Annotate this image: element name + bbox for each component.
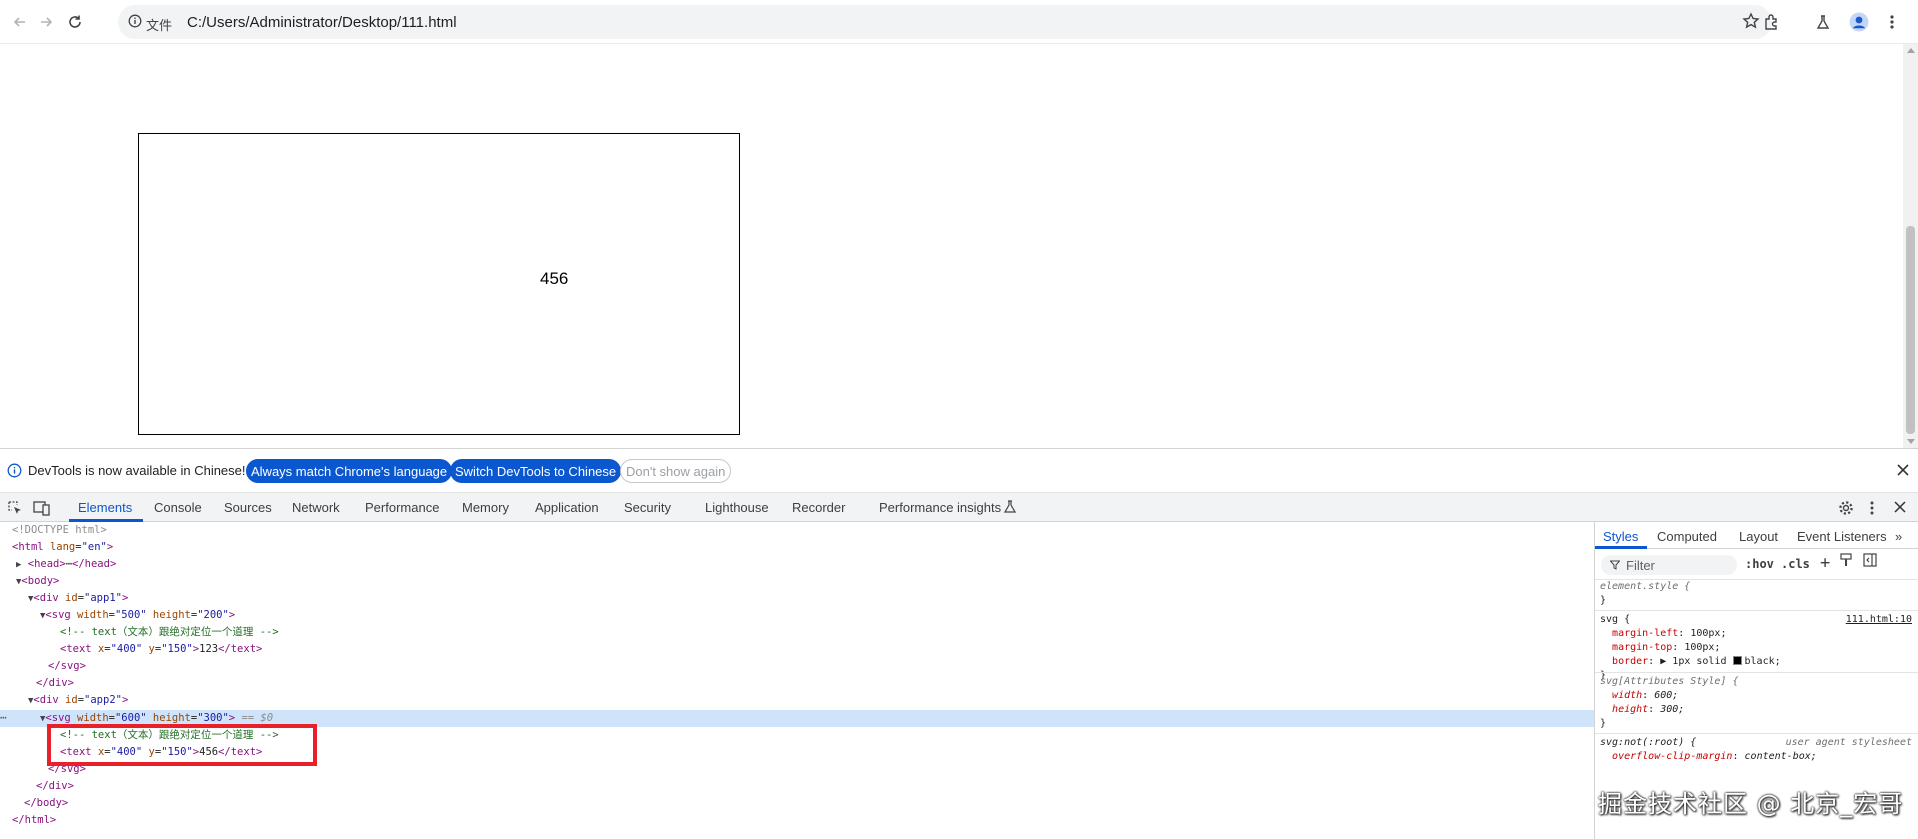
tab-layout[interactable]: Layout xyxy=(1739,529,1778,544)
divider xyxy=(1595,610,1918,611)
experiment-flask-icon xyxy=(1004,500,1016,514)
element-style-rule[interactable]: element.style { } xyxy=(1600,580,1690,608)
dom-div-close-2[interactable]: </div> xyxy=(36,778,74,795)
extensions-button[interactable] xyxy=(1758,8,1786,36)
expand-triangle-icon[interactable]: ▶ xyxy=(16,560,21,570)
paint-brush-icon[interactable] xyxy=(1840,553,1852,567)
dom-html-close[interactable]: </html> xyxy=(12,812,56,829)
dom-svg-close-1[interactable]: </svg> xyxy=(48,658,86,675)
new-rule-plus-icon[interactable]: + xyxy=(1820,553,1830,573)
tab-sources[interactable]: Sources xyxy=(224,500,272,515)
dom-div-close-1[interactable]: </div> xyxy=(36,675,74,692)
back-arrow-icon xyxy=(13,17,25,27)
devtools-tab-strip: Elements Console Sources Network Perform… xyxy=(0,493,1918,522)
devtools-menu-icon[interactable] xyxy=(1870,500,1874,516)
watermark: 掘金技术社区 @ 北京_宏哥 xyxy=(1598,790,1904,818)
vertical-scrollbar[interactable] xyxy=(1903,44,1918,448)
menu-button[interactable] xyxy=(1878,8,1906,36)
dom-body-close[interactable]: </body> xyxy=(24,795,68,812)
cls-toggle[interactable]: .cls xyxy=(1781,557,1810,571)
dom-html-open[interactable]: <html lang="en"> xyxy=(12,539,113,556)
back-button[interactable] xyxy=(6,8,34,36)
svg-attributes-style-rule[interactable]: svg[Attributes Style] { width: 600; heig… xyxy=(1600,675,1738,731)
styles-active-tab-indicator xyxy=(1595,546,1647,549)
labs-button[interactable] xyxy=(1809,8,1837,36)
tab-application[interactable]: Application xyxy=(535,500,599,515)
dom-tree: ⋯ <!DOCTYPE html> <html lang="en"> ▶ <he… xyxy=(0,522,1594,839)
switch-to-chinese-button[interactable]: Switch DevTools to Chinese xyxy=(450,459,622,483)
browser-toolbar: 文件 C:/Users/Administrator/Desktop/111.ht… xyxy=(0,0,1918,44)
tab-recorder[interactable]: Recorder xyxy=(792,500,845,515)
page-viewport: 456 xyxy=(0,44,1918,448)
user-agent-stylesheet-label: user agent stylesheet xyxy=(1785,737,1912,748)
profile-button[interactable] xyxy=(1845,8,1873,36)
dom-body-open[interactable]: ▼<body> xyxy=(16,573,59,590)
infobar-close-icon[interactable] xyxy=(1896,463,1910,477)
scheme-label: 文件 xyxy=(146,19,173,34)
svg-canvas: 456 xyxy=(138,133,740,435)
tab-lighthouse[interactable]: Lighthouse xyxy=(705,500,769,515)
tab-console[interactable]: Console xyxy=(154,500,202,515)
dom-doctype[interactable]: <!DOCTYPE html> xyxy=(12,522,107,539)
hov-toggle[interactable]: :hov xyxy=(1745,557,1774,571)
flask-icon xyxy=(1816,15,1830,29)
language-infobar: DevTools is now available in Chinese! Al… xyxy=(0,449,1918,493)
info-circle-icon xyxy=(7,463,22,478)
tab-event-listeners[interactable]: Event Listeners xyxy=(1797,529,1887,544)
settings-gear-icon[interactable] xyxy=(1838,500,1854,516)
styles-tab-strip: Styles Computed Layout Event Listeners » xyxy=(1595,522,1918,549)
annotation-highlight-box xyxy=(47,724,317,766)
tab-security[interactable]: Security xyxy=(624,500,671,515)
tab-memory[interactable]: Memory xyxy=(462,500,509,515)
rule-source-link[interactable]: 111.html:10 xyxy=(1846,614,1912,625)
dont-show-again-button[interactable]: Don't show again xyxy=(620,459,732,483)
filter-funnel-icon xyxy=(1610,560,1620,570)
forward-button[interactable] xyxy=(32,8,60,36)
styles-filter-input[interactable]: Filter xyxy=(1601,555,1737,575)
tab-performance[interactable]: Performance xyxy=(365,500,439,515)
user-agent-rule[interactable]: svg:not(:root) { overflow-clip-margin: c… xyxy=(1600,736,1817,764)
dom-text-123[interactable]: <text x="400" y="150">123</text> xyxy=(60,641,262,658)
tab-elements[interactable]: Elements xyxy=(78,500,132,515)
tab-computed[interactable]: Computed xyxy=(1657,529,1717,544)
reload-icon xyxy=(69,15,81,28)
scroll-up-arrow-icon[interactable] xyxy=(1907,48,1915,53)
dom-comment-1[interactable]: <!-- text（文本）跟绝对定位一个道理 --> xyxy=(60,624,279,641)
infobar-message: DevTools is now available in Chinese! xyxy=(28,463,246,478)
device-toolbar-icon[interactable] xyxy=(33,500,51,516)
selected-node-dots[interactable]: ⋯ xyxy=(0,710,7,727)
scroll-down-arrow-icon[interactable] xyxy=(1907,439,1915,444)
color-swatch[interactable] xyxy=(1732,656,1742,665)
tab-network[interactable]: Network xyxy=(292,500,340,515)
devtools-close-icon[interactable] xyxy=(1893,500,1907,514)
reload-button[interactable] xyxy=(61,8,89,36)
toggle-sidebar-icon[interactable] xyxy=(1863,553,1877,567)
dom-div-app2[interactable]: ▼<div id="app2"> xyxy=(28,692,128,709)
info-icon[interactable] xyxy=(128,14,142,28)
always-match-language-button[interactable]: Always match Chrome's language xyxy=(246,459,453,483)
tab-performance-insights[interactable]: Performance insights xyxy=(879,500,1001,515)
avatar-icon xyxy=(1849,12,1869,32)
url-text[interactable]: C:/Users/Administrator/Desktop/111.html xyxy=(187,14,457,31)
more-tabs-chevron-icon[interactable]: » xyxy=(1895,529,1902,544)
forward-arrow-icon xyxy=(41,17,53,27)
dom-svg-500[interactable]: ▼<svg width="500" height="200"> xyxy=(40,607,235,624)
dom-head[interactable]: ▶ <head>⋯</head> xyxy=(16,556,116,573)
dom-div-app1[interactable]: ▼<div id="app1"> xyxy=(28,590,128,607)
devtools-panel: DevTools is now available in Chinese! Al… xyxy=(0,448,1918,839)
inspect-element-icon[interactable] xyxy=(7,500,23,516)
kebab-menu-icon xyxy=(1890,15,1894,29)
divider xyxy=(1595,672,1918,673)
puzzle-icon xyxy=(1765,14,1777,30)
scrollbar-thumb[interactable] xyxy=(1906,226,1915,434)
tab-styles[interactable]: Styles xyxy=(1603,529,1638,544)
divider xyxy=(1595,733,1918,734)
filter-placeholder: Filter xyxy=(1626,558,1655,573)
address-bar[interactable]: 文件 C:/Users/Administrator/Desktop/111.ht… xyxy=(118,5,1772,39)
expand-triangle-icon[interactable]: ▶ xyxy=(1660,656,1666,667)
